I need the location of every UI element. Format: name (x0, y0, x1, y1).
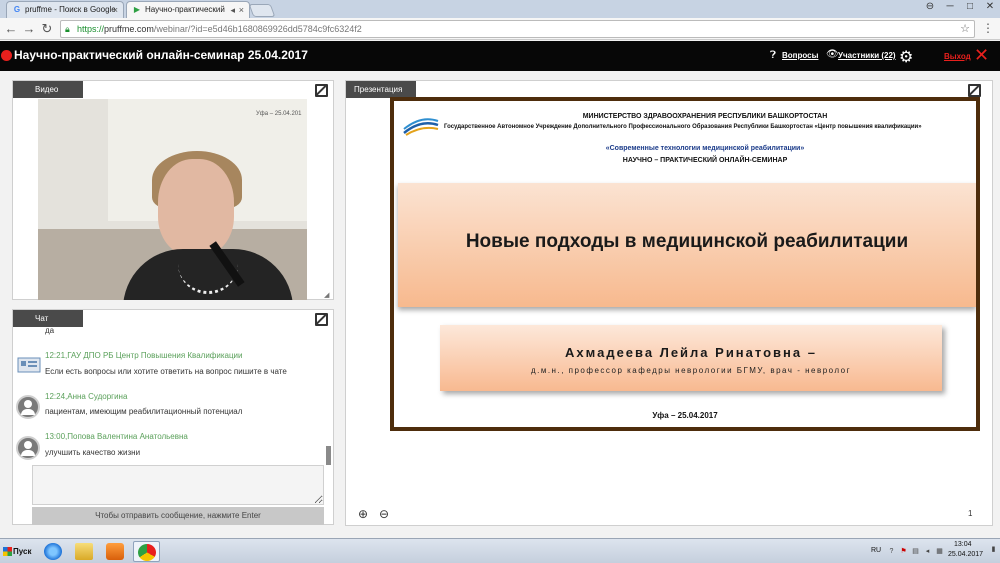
chat-message-text: улучшить качество жизни (45, 448, 141, 457)
speaker-face (158, 159, 234, 255)
new-tab-button[interactable] (248, 4, 276, 17)
app-header: Научно-практический онлайн-семинар 25.04… (0, 41, 1000, 71)
questions-link[interactable]: Вопросы (782, 51, 818, 60)
page-title: Научно-практический онлайн-семинар 25.04… (14, 48, 308, 62)
volume-icon[interactable]: ◂ (923, 547, 932, 556)
slide-title-band: Новые подходы в медицинской реабилитации (398, 183, 976, 307)
record-indicator-icon (1, 50, 12, 61)
slide-ministry: МИНИСТЕРСТВО ЗДРАВООХРАНЕНИЯ РЕСПУБЛИКИ … (582, 113, 828, 120)
slide-institution: Государственное Автономное Учреждение До… (444, 124, 922, 130)
expand-icon[interactable] (315, 313, 328, 326)
chrome-icon[interactable] (133, 541, 160, 562)
participants-link[interactable]: Участники (22) (838, 51, 896, 60)
close-icon[interactable]: ✕ (974, 45, 989, 66)
expand-icon[interactable] (968, 84, 981, 97)
page-number: 1 (968, 509, 973, 518)
action-center-icon[interactable]: ▦ (935, 547, 944, 556)
forward-icon[interactable]: → (21, 21, 37, 37)
eye-icon: 👁︎ (826, 49, 839, 60)
slide-speaker-name: Ахмадеева Лейла Ринатовна – (565, 345, 817, 360)
google-icon: G (13, 5, 21, 14)
slide-theme: «Современные технологии медицинской реаб… (605, 145, 805, 152)
webinar-favicon: ▶ (133, 5, 141, 14)
minimize-button[interactable]: ─ (940, 0, 960, 14)
chat-message-text: да (45, 326, 55, 335)
chat-message-meta: 13:00,Попова Валентина Анатольевна (45, 432, 188, 441)
browser-tab-strip: G pruffme - Поиск в Google × ▶ Научно-пр… (0, 0, 1000, 18)
slide-speaker-card: Ахмадеева Лейла Ринатовна – д.м.н., проф… (440, 325, 942, 391)
back-icon[interactable]: ← (3, 21, 19, 37)
presentation-tab: Презентация (346, 81, 416, 98)
question-icon: ❓︎ (770, 50, 777, 61)
address-bar: ← → ↻ 🔒︎ https://pruffme.com/webinar/?id… (0, 18, 1000, 40)
zoom-out-icon[interactable]: ⊖ (379, 507, 389, 521)
flag-icon[interactable]: ⚑ (899, 547, 908, 556)
clock-time[interactable]: 13:04 (954, 541, 972, 548)
browser-tab-google[interactable]: G pruffme - Поиск в Google × (6, 1, 124, 18)
close-icon[interactable]: × (239, 2, 244, 18)
organization-avatar-icon (17, 357, 41, 373)
close-icon[interactable]: × (113, 2, 118, 18)
chat-send-hint: Чтобы отправить сообщение, нажмите Enter (32, 507, 324, 525)
language-indicator[interactable]: RU (871, 547, 881, 554)
chat-message-meta: 12:24,Анна Судоргина (45, 392, 128, 401)
browser-tab-webinar[interactable]: ▶ Научно-практический ◂ × (126, 1, 250, 18)
tab-label: Научно-практический (145, 5, 225, 14)
lock-icon: 🔒︎ (65, 24, 70, 34)
show-desktop-icon[interactable]: ▮ (989, 545, 998, 554)
network-icon[interactable]: ▤ (911, 547, 920, 556)
maximize-button[interactable]: □ (960, 0, 980, 14)
resize-grip-icon[interactable]: ◢ (324, 291, 329, 299)
chat-message-text: пациентам, имеющим реабилитационный поте… (45, 407, 243, 416)
slide-main-title: Новые подходы в медицинской реабилитации (465, 231, 909, 252)
windows-taskbar: Пуск RU ? ⚑ ▤ ◂ ▦ 13:04 25.04.2017 ▮ (0, 538, 1000, 563)
video-feed: Уфа – 25.04.201 (38, 99, 307, 300)
ie-icon[interactable] (40, 541, 67, 562)
gear-icon[interactable]: ⚙ (899, 47, 913, 67)
chat-scrollbar[interactable] (326, 446, 331, 465)
user-avatar-icon (16, 436, 40, 460)
slide-city-date: Уфа – 25.04.2017 (652, 411, 718, 420)
start-button[interactable]: Пуск (2, 542, 36, 561)
media-player-icon[interactable] (102, 541, 129, 562)
slide-seminar: НАУЧНО – ПРАКТИЧЕСКИЙ ОНЛАЙН-СЕМИНАР (622, 157, 788, 164)
chat-tab: Чат (13, 310, 83, 327)
close-window-button[interactable]: ✕ (980, 0, 1000, 14)
exit-link[interactable]: Выход (944, 52, 971, 61)
chat-message-text: Если есть вопросы или хотите ответить на… (45, 367, 287, 376)
video-tab: Видео (13, 81, 83, 98)
url-path: /webinar/?id=e5d46b1680869926dd5784c9fc6… (153, 24, 362, 34)
reload-icon[interactable]: ↻ (39, 21, 55, 37)
screen-text: Уфа – 25.04.201 (256, 111, 302, 117)
folder-icon[interactable] (71, 541, 98, 562)
user-icon[interactable]: ⊖ (920, 0, 940, 14)
url-input[interactable]: 🔒︎ https://pruffme.com/webinar/?id=e5d46… (60, 20, 975, 38)
speaker-icon: ◂ (230, 5, 235, 15)
help-icon[interactable]: ? (887, 547, 896, 556)
tab-label: pruffme - Поиск в Google (25, 5, 116, 14)
clock-date[interactable]: 25.04.2017 (948, 551, 983, 558)
url-host: pruffme.com (104, 24, 154, 34)
slide-speaker-role: д.м.н., профессор кафедры неврологии БГМ… (530, 366, 852, 375)
chat-message-input[interactable] (32, 465, 324, 505)
user-avatar-icon (16, 395, 40, 419)
bookmark-star-icon[interactable]: ☆ (960, 21, 970, 37)
presentation-slide: МИНИСТЕРСТВО ЗДРАВООХРАНЕНИЯ РЕСПУБЛИКИ … (390, 97, 980, 431)
browser-menu-icon[interactable]: ⋮ (982, 21, 994, 35)
zoom-in-icon[interactable]: ⊕ (358, 507, 368, 521)
url-scheme: https:// (77, 24, 105, 34)
chat-message-meta: 12:21,ГАУ ДПО РБ Центр Повышения Квалифи… (45, 351, 243, 360)
expand-icon[interactable] (315, 84, 328, 97)
